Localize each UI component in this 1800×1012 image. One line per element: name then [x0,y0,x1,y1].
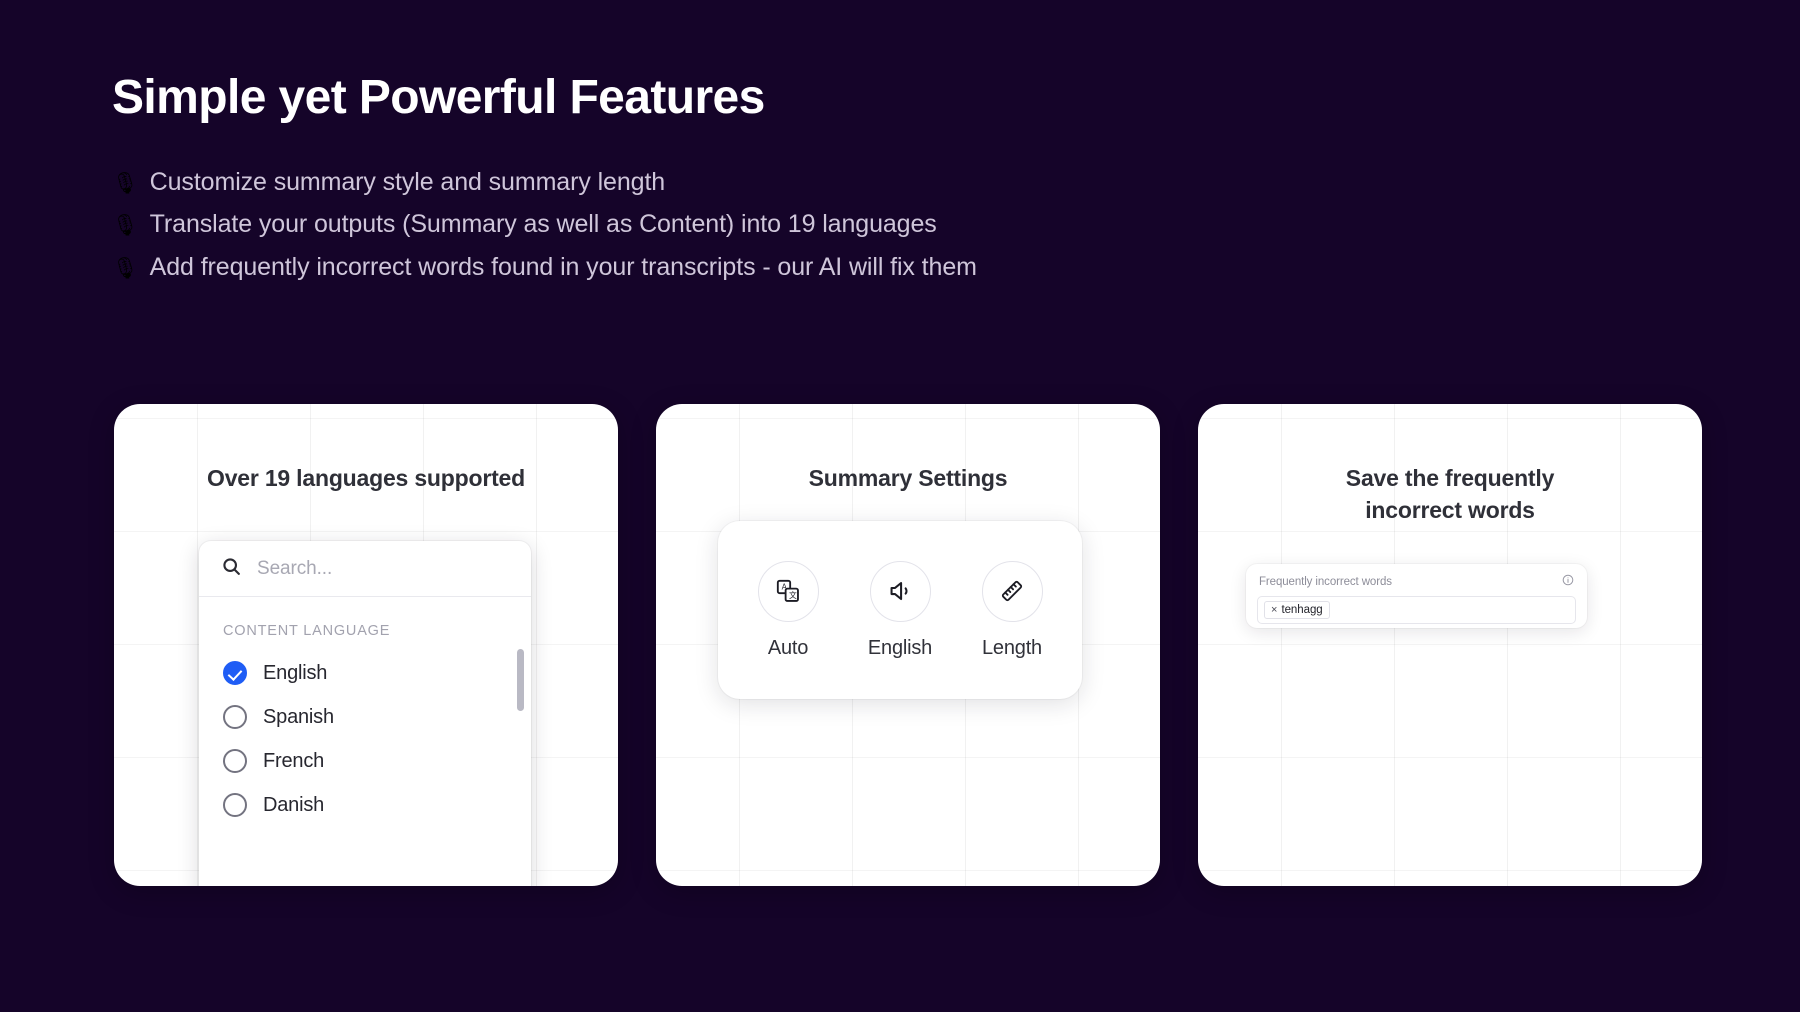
incorrect-words-panel: Frequently incorrect words × tenhagg [1246,564,1587,628]
card-languages: Over 19 languages supported Search... CO… [114,404,618,886]
search-icon [221,556,242,582]
list-item: 🎙 Add frequently incorrect words found i… [112,252,1612,283]
list-item: 🎙 Translate your outputs (Summary as wel… [112,209,1612,240]
summary-settings-panel: A 文 Auto English Length [718,521,1082,699]
setting-label: English [867,636,933,659]
radio-unchecked-icon[interactable] [223,705,247,729]
language-label: Danish [263,793,325,816]
page-header: Simple yet Powerful Features 🎙 Customize… [112,71,1612,294]
language-option-spanish[interactable]: Spanish [199,695,531,739]
language-label: French [263,749,325,772]
language-option-french[interactable]: French [199,739,531,783]
radio-unchecked-icon[interactable] [223,793,247,817]
language-option-list: English Spanish French Danish [199,643,531,827]
search-input[interactable]: Search... [199,541,531,597]
bullet-text: Customize summary style and summary leng… [149,167,666,196]
bullet-text: Translate your outputs (Summary as well … [149,210,937,239]
card-incorrect-words: Save the frequently incorrect words Freq… [1198,404,1702,886]
svg-text:文: 文 [789,590,797,600]
setting-english[interactable]: English [860,560,940,660]
field-label: Frequently incorrect words [1259,576,1392,588]
card-title: Summary Settings [808,465,1008,491]
radio-checked-icon[interactable] [223,661,247,685]
dropdown-scrollbar[interactable] [517,649,524,711]
card-summary-settings: Summary Settings A 文 Auto English Length [656,404,1160,886]
incorrect-words-input[interactable]: × tenhagg [1257,596,1576,624]
language-label: English [263,661,328,684]
setting-length[interactable]: Length [972,560,1052,660]
radio-unchecked-icon[interactable] [223,749,247,773]
language-option-english[interactable]: English [199,651,531,695]
feature-bullet-list: 🎙 Customize summary style and summary le… [112,167,1612,283]
microphone-icon: 🎙 [112,256,139,280]
card-title: Over 19 languages supported [207,465,525,491]
chip-remove-icon[interactable]: × [1271,604,1277,616]
ruler-icon [981,560,1043,622]
translate-icon: A 文 [757,560,819,622]
setting-auto[interactable]: A 文 Auto [748,560,828,660]
chip-label: tenhagg [1281,604,1323,616]
word-chip[interactable]: × tenhagg [1264,601,1330,619]
language-option-danish[interactable]: Danish [199,783,531,827]
card-title: Save the frequently incorrect words [1345,465,1555,523]
feature-cards: Over 19 languages supported Search... CO… [114,404,1702,886]
incorrect-words-header: Frequently incorrect words [1257,573,1576,596]
search-placeholder: Search... [257,557,333,579]
list-item: 🎙 Customize summary style and summary le… [112,167,1612,198]
page-title: Simple yet Powerful Features [112,71,765,124]
microphone-icon: 🎙 [112,171,139,195]
setting-label: Auto [767,636,809,659]
microphone-icon: 🎙 [112,214,139,238]
setting-label: Length [982,636,1042,659]
language-dropdown[interactable]: Search... CONTENT LANGUAGE English Spani… [199,541,531,886]
bullet-text: Add frequently incorrect words found in … [149,252,977,281]
language-label: Spanish [263,705,334,728]
speaker-icon [869,560,931,622]
content-language-label: CONTENT LANGUAGE [223,623,391,639]
svg-text:A: A [782,582,788,591]
info-icon[interactable] [1562,573,1574,591]
